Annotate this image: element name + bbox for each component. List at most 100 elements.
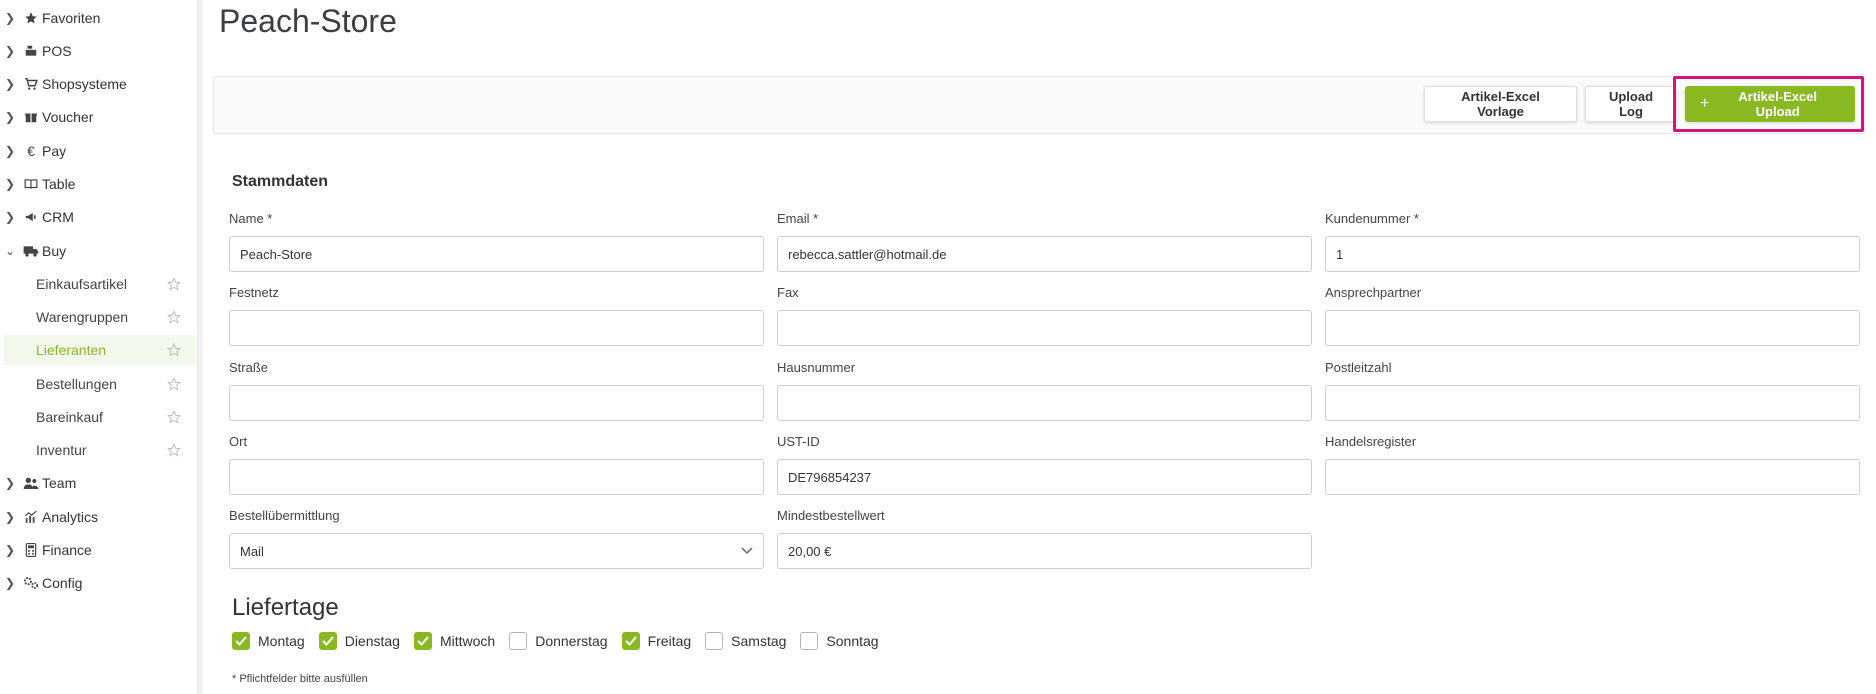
checkbox-unchecked-icon[interactable]	[509, 632, 528, 650]
chevron-right-icon: ❯	[4, 11, 16, 25]
mindestbestellwert-label: Mindestbestellwert	[777, 508, 885, 523]
fax-input[interactable]	[777, 310, 1312, 346]
sidebar-item-label: Analytics	[42, 509, 99, 525]
ansprechpartner-label: Ansprechpartner	[1325, 285, 1422, 300]
sidebar-item-analytics[interactable]: ❯ Analytics	[0, 503, 197, 531]
sidebar-item-label: Finance	[42, 542, 92, 558]
ansprechpartner-input[interactable]	[1325, 310, 1860, 346]
sidebar-item-label: Shopsysteme	[42, 76, 127, 92]
favorite-star-icon[interactable]	[166, 310, 182, 324]
favorite-star-icon[interactable]	[166, 443, 182, 457]
sidebar-subitem-label: Einkaufsartikel	[36, 276, 128, 292]
ustid-input[interactable]: DE796854237	[777, 459, 1312, 495]
excel-template-button[interactable]: Artikel-Excel Vorlage	[1424, 86, 1577, 122]
day-label: Dienstag	[344, 633, 400, 649]
day-label: Samstag	[731, 633, 787, 649]
sidebar-item-pos[interactable]: ❯ POS	[0, 37, 197, 65]
bestelluebermittlung-select[interactable]: Mail	[229, 533, 764, 569]
page-title: Peach-Store	[219, 3, 397, 39]
sidebar-subitem-label: Warengruppen	[36, 309, 129, 325]
chevron-right-icon: ❯	[4, 144, 16, 158]
checkbox-checked-icon[interactable]	[413, 632, 432, 650]
chevron-down-icon: ⌄	[4, 244, 16, 258]
sidebar-subitem-label: Bestellungen	[36, 376, 117, 392]
strasse-label: Straße	[229, 360, 269, 375]
sidebar-item-label: Config	[42, 575, 83, 591]
day-freitag[interactable]: Freitag	[621, 632, 692, 650]
chevron-right-icon: ❯	[4, 576, 16, 590]
day-samstag[interactable]: Samstag	[705, 632, 786, 650]
sidebar-subitem-warengruppen[interactable]: Warengruppen	[4, 302, 196, 332]
day-label: Donnerstag	[535, 633, 608, 649]
favorite-star-icon[interactable]	[166, 343, 182, 357]
chevron-right-icon: ❯	[4, 44, 16, 58]
liefertage-days: Montag Dienstag Mittwoch Donnerstag Frei…	[232, 632, 893, 650]
day-montag[interactable]: Montag	[232, 632, 305, 650]
sidebar-subitem-bareinkauf[interactable]: Bareinkauf	[4, 402, 196, 432]
hausnummer-label: Hausnummer	[777, 360, 856, 375]
day-dienstag[interactable]: Dienstag	[318, 632, 400, 650]
checkbox-checked-icon[interactable]	[232, 632, 250, 650]
cart-icon	[23, 77, 39, 91]
megaphone-icon	[23, 210, 39, 224]
name-label: Name *	[229, 211, 273, 226]
sidebar-item-shopsysteme[interactable]: ❯ Shopsysteme	[0, 70, 197, 98]
sidebar-item-favoriten[interactable]: ❯ Favoriten	[0, 4, 197, 32]
sidebar-item-crm[interactable]: ❯ CRM	[0, 203, 197, 231]
email-input[interactable]: rebecca.sattler@hotmail.de	[777, 236, 1312, 272]
handelsregister-input[interactable]	[1325, 459, 1860, 495]
favorite-star-icon[interactable]	[166, 377, 182, 391]
sidebar-subitem-einkaufsartikel[interactable]: Einkaufsartikel	[4, 269, 196, 299]
calculator-icon	[23, 543, 39, 557]
sidebar-item-table[interactable]: ❯ Table	[0, 170, 197, 198]
highlight-frame	[1673, 76, 1864, 132]
star-icon	[23, 11, 39, 25]
name-input[interactable]: Peach-Store	[229, 236, 764, 272]
festnetz-input[interactable]	[229, 310, 764, 346]
festnetz-label: Festnetz	[229, 285, 279, 300]
kundennummer-input[interactable]: 1	[1325, 236, 1860, 272]
sidebar-item-label: CRM	[42, 209, 74, 225]
sidebar-item-team[interactable]: ❯ Team	[0, 469, 197, 497]
postleitzahl-input[interactable]	[1325, 385, 1860, 421]
gears-icon	[23, 576, 39, 590]
required-fields-note: * Pflichtfelder bitte ausfüllen	[232, 673, 368, 685]
sidebar-item-buy[interactable]: ⌄ Buy	[0, 237, 197, 265]
day-label: Sonntag	[826, 633, 879, 649]
sidebar-item-pay[interactable]: ❯ € Pay	[0, 137, 197, 165]
sidebar-item-config[interactable]: ❯ Config	[0, 569, 197, 597]
postleitzahl-label: Postleitzahl	[1325, 360, 1392, 375]
day-donnerstag[interactable]: Donnerstag	[509, 632, 608, 650]
mindestbestellwert-input[interactable]: 20,00 €	[777, 533, 1312, 569]
upload-log-button[interactable]: Upload Log	[1585, 86, 1677, 122]
sidebar-item-label: Favoriten	[42, 10, 101, 26]
sidebar-item-label: Pay	[42, 143, 67, 159]
sidebar: ❯ Favoriten ❯ POS ❯ Shopsysteme ❯ Vouche…	[0, 0, 203, 694]
checkbox-unchecked-icon[interactable]	[705, 632, 724, 650]
email-label: Email *	[777, 211, 819, 226]
ort-label: Ort	[229, 434, 248, 449]
checkbox-checked-icon[interactable]	[318, 632, 337, 650]
sidebar-item-finance[interactable]: ❯ Finance	[0, 536, 197, 564]
euro-icon: €	[27, 143, 35, 159]
chevron-down-icon	[741, 544, 753, 558]
checkbox-checked-icon[interactable]	[621, 632, 640, 650]
checkbox-unchecked-icon[interactable]	[800, 632, 819, 650]
favorite-star-icon[interactable]	[166, 277, 182, 291]
liefertage-title: Liefertage	[232, 594, 339, 621]
kundennummer-label: Kundenummer *	[1325, 211, 1419, 226]
sidebar-item-label: Buy	[42, 243, 67, 259]
sidebar-item-voucher[interactable]: ❯ Voucher	[0, 103, 197, 131]
sidebar-subitem-inventur[interactable]: Inventur	[4, 435, 196, 465]
favorite-star-icon[interactable]	[166, 410, 182, 424]
fax-label: Fax	[777, 285, 799, 300]
hausnummer-input[interactable]	[777, 385, 1312, 421]
day-sonntag[interactable]: Sonntag	[800, 632, 879, 650]
day-mittwoch[interactable]: Mittwoch	[413, 632, 495, 650]
day-label: Freitag	[647, 633, 692, 649]
chevron-right-icon: ❯	[4, 476, 16, 490]
ort-input[interactable]	[229, 459, 764, 495]
sidebar-subitem-lieferanten[interactable]: Lieferanten	[4, 335, 196, 365]
sidebar-subitem-bestellungen[interactable]: Bestellungen	[4, 369, 196, 399]
strasse-input[interactable]	[229, 385, 764, 421]
